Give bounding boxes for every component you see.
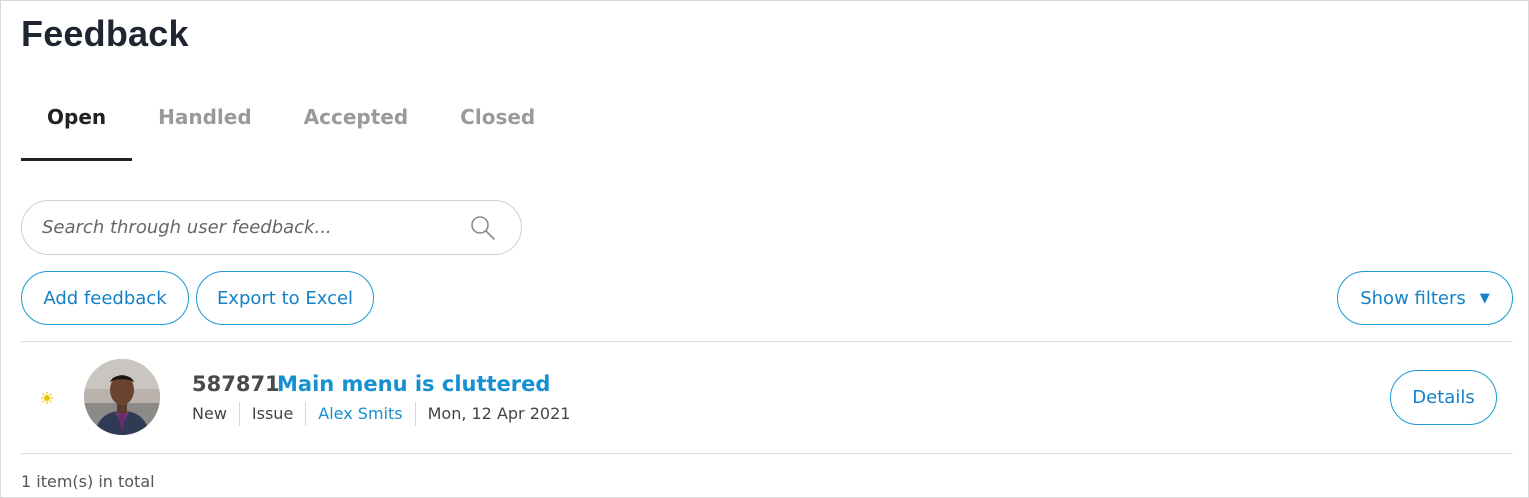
tab-bar: Open Handled Accepted Closed (21, 97, 561, 161)
export-to-excel-button[interactable]: Export to Excel (196, 271, 374, 325)
caret-down-icon: ▼ (1479, 290, 1490, 306)
show-filters-label: Show filters (1360, 287, 1466, 309)
feedback-title-link[interactable]: Main menu is cluttered (277, 372, 550, 396)
date-label: Mon, 12 Apr 2021 (414, 402, 583, 426)
page-title: Feedback (21, 13, 189, 54)
feedback-id: 587871 (192, 372, 280, 396)
tab-accepted[interactable]: Accepted (278, 97, 435, 161)
list-divider (21, 453, 1513, 454)
show-filters-button[interactable]: Show filters ▼ (1337, 271, 1513, 325)
search-icon[interactable] (469, 214, 497, 242)
add-feedback-button[interactable]: Add feedback (21, 271, 189, 325)
search-input[interactable] (42, 201, 462, 254)
avatar (84, 359, 160, 435)
author-link[interactable]: Alex Smits (305, 402, 414, 426)
type-label: Issue (238, 402, 305, 426)
details-button[interactable]: Details (1390, 370, 1497, 425)
feedback-meta: New Issue Alex Smits Mon, 12 Apr 2021 (192, 402, 582, 426)
avatar-photo (84, 359, 160, 435)
status-label: New (192, 404, 227, 423)
tab-closed[interactable]: Closed (434, 97, 561, 161)
total-count: 1 item(s) in total (21, 472, 155, 491)
list-divider (21, 341, 1513, 342)
tab-open[interactable]: Open (21, 97, 133, 161)
search-box (21, 200, 522, 255)
feedback-panel: Feedback Open Handled Accepted Closed Ad… (0, 0, 1529, 498)
new-indicator-icon (41, 392, 53, 404)
tab-handled[interactable]: Handled (132, 97, 278, 161)
